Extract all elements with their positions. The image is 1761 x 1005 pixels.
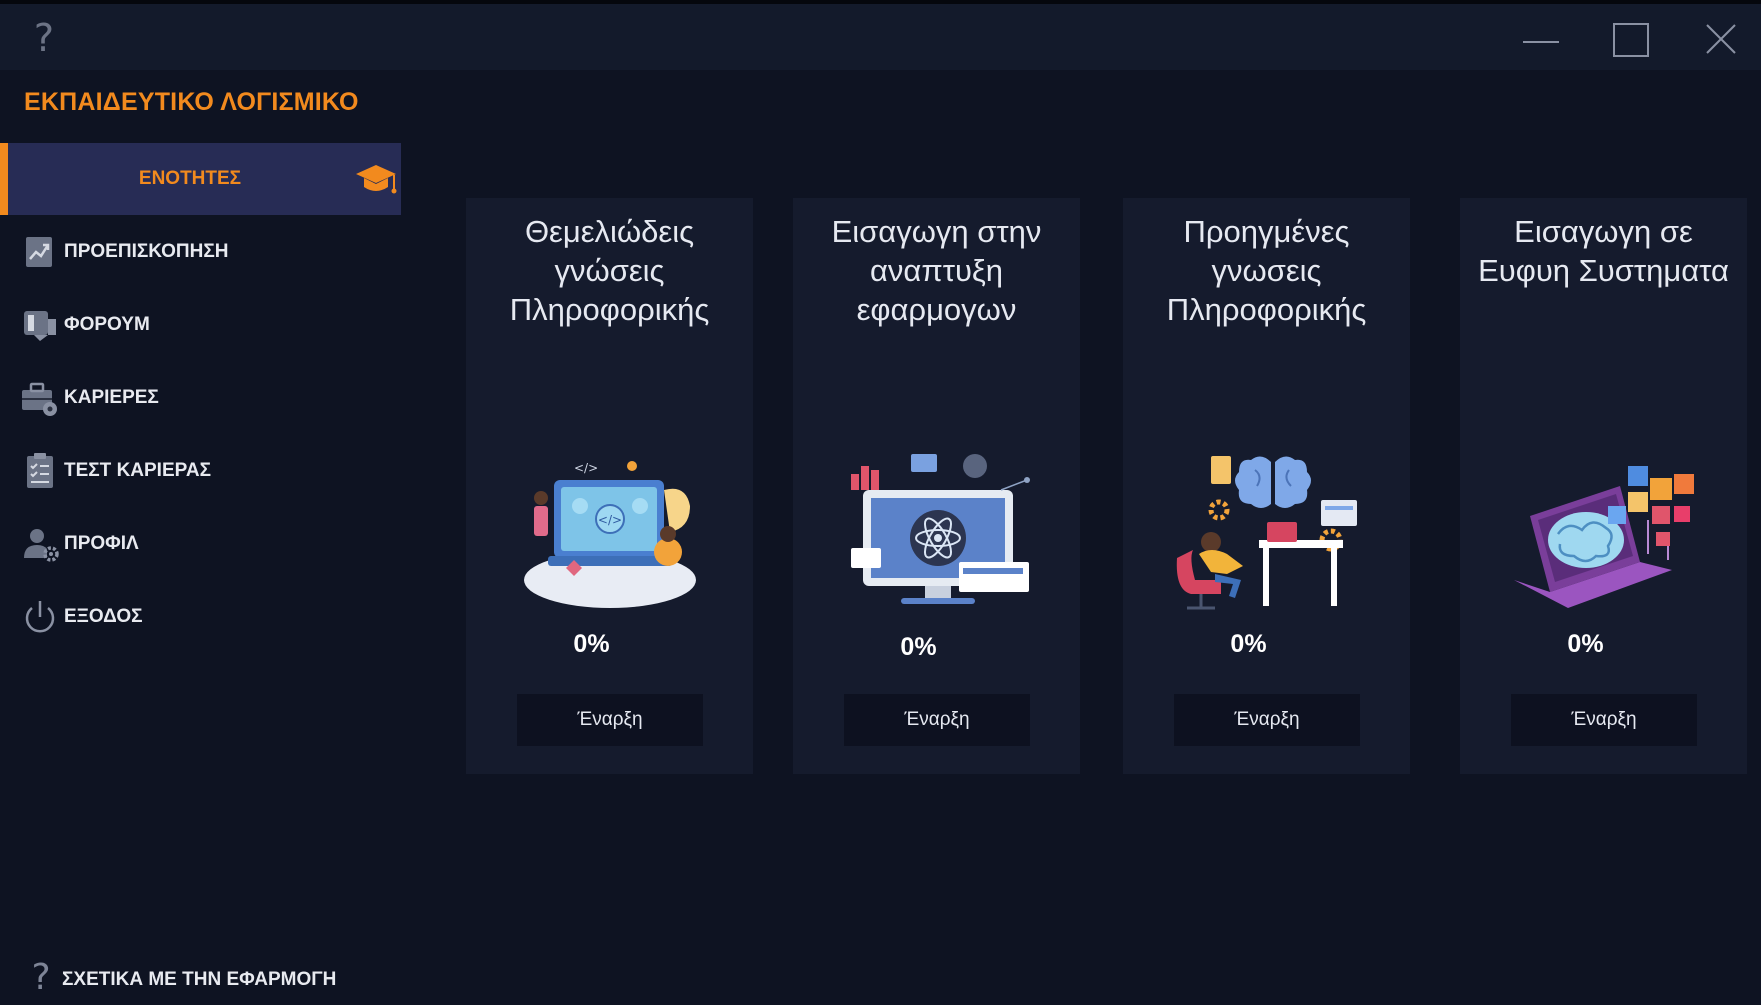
- start-button[interactable]: Έναρξη: [1174, 694, 1360, 746]
- briefcase-icon: [20, 378, 60, 418]
- sidebar-item-label: ΦΟΡΟΥΜ: [64, 314, 150, 335]
- power-icon: [20, 597, 60, 637]
- sidebar-item-exit[interactable]: ΕΞΟΔΟΣ: [0, 589, 401, 645]
- progress-percent: 0%: [900, 633, 937, 661]
- sidebar-item-label: ΕΞΟΔΟΣ: [64, 606, 143, 627]
- minimize-icon[interactable]: [1506, 14, 1576, 64]
- start-button[interactable]: Έναρξη: [517, 694, 703, 746]
- advanced-brain-desk-illustration: [1171, 450, 1363, 614]
- title-bar: ?: [0, 4, 1761, 70]
- forum-icon: [20, 305, 60, 345]
- chart-trend-icon: [20, 232, 60, 272]
- sidebar-item-preview[interactable]: ΠΡΟΕΠΙΣΚΟΠΗΣΗ: [0, 224, 401, 280]
- sidebar-item-forum[interactable]: ΦΟΡΟΥΜ: [0, 297, 401, 353]
- progress-percent: 0%: [1567, 630, 1604, 658]
- svg-text:</>: </>: [574, 461, 598, 475]
- progress-percent: 0%: [573, 630, 610, 658]
- app-title: ΕΚΠΑΙΔΕΥΤΙΚΟ ΛΟΓΙΣΜΙΚΟ: [24, 88, 359, 116]
- module-title: Εισαγωγη σε Ευφυη Συστηματα: [1478, 214, 1729, 288]
- module-card: Θεμελιώδεις γνώσεις Πληροφορικής </> </>: [466, 198, 753, 774]
- sidebar-item-profile[interactable]: ΠΡΟΦΙΛ: [0, 516, 401, 572]
- sidebar-item-careers[interactable]: ΚΑΡΙΕΡΕΣ: [0, 370, 401, 426]
- sidebar-item-label: ΠΡΟΦΙΛ: [64, 533, 139, 554]
- start-button[interactable]: Έναρξη: [1511, 694, 1697, 746]
- progress-percent: 0%: [1230, 630, 1267, 658]
- module-card: Εισαγωγη σε Ευφυη Συστηματα 0% Έναρξη: [1460, 198, 1747, 774]
- app-development-monitor-illustration: [841, 450, 1033, 614]
- sidebar-item-career-test[interactable]: ΤΕΣΤ ΚΑΡΙΕΡΑΣ: [0, 443, 401, 499]
- module-card: Προηγμένες γνωσεις Πληροφορικής 0% Έναρξ…: [1123, 198, 1410, 774]
- graduation-cap-icon: [354, 159, 398, 199]
- user-settings-icon: [20, 524, 60, 564]
- about-app-link[interactable]: ? ΣΧΕΤΙΚΑ ΜΕ ΤΗΝ ΕΦΑΡΜΟΓΗ: [20, 952, 380, 1005]
- about-app-label: ΣΧΕΤΙΚΑ ΜΕ ΤΗΝ ΕΦΑΡΜΟΓΗ: [62, 969, 337, 990]
- sidebar-item-label: ΤΕΣΤ ΚΑΡΙΕΡΑΣ: [64, 460, 212, 481]
- module-title: Εισαγωγη στην αναπτυξη εφαρμογων: [831, 214, 1042, 327]
- module-title: Θεμελιώδεις γνώσεις Πληροφορικής: [509, 214, 710, 327]
- module-title: Προηγμένες γνωσεις Πληροφορικής: [1166, 214, 1367, 327]
- maximize-icon[interactable]: [1596, 14, 1666, 64]
- ai-brain-laptop-illustration: [1508, 450, 1700, 614]
- clipboard-checklist-icon: [20, 451, 60, 491]
- svg-text:</>: </>: [598, 513, 622, 527]
- help-icon[interactable]: ?: [24, 16, 64, 60]
- start-button[interactable]: Έναρξη: [844, 694, 1030, 746]
- sidebar-item-label: ΠΡΟΕΠΙΣΚΟΠΗΣΗ: [64, 241, 229, 262]
- sidebar-item-label: ΚΑΡΙΕΡΕΣ: [64, 387, 159, 408]
- coding-laptop-illustration: </> </>: [514, 450, 706, 614]
- module-card: Εισαγωγη στην αναπτυξη εφαρμογων 0% Έναρ…: [793, 198, 1080, 774]
- close-icon[interactable]: [1686, 14, 1756, 64]
- app-window: ? ΕΚΠΑΙΔΕΥΤΙΚΟ ΛΟΓΙΣΜΙΚΟ ΕΝΟΤΗΤΕΣ ΠΡΟΕΠΙ…: [0, 0, 1761, 1005]
- sidebar-item-label: ΕΝΟΤΗΤΕΣ: [138, 168, 242, 189]
- sidebar-item-modules[interactable]: ΕΝΟΤΗΤΕΣ: [0, 143, 401, 215]
- question-icon: ?: [31, 957, 51, 998]
